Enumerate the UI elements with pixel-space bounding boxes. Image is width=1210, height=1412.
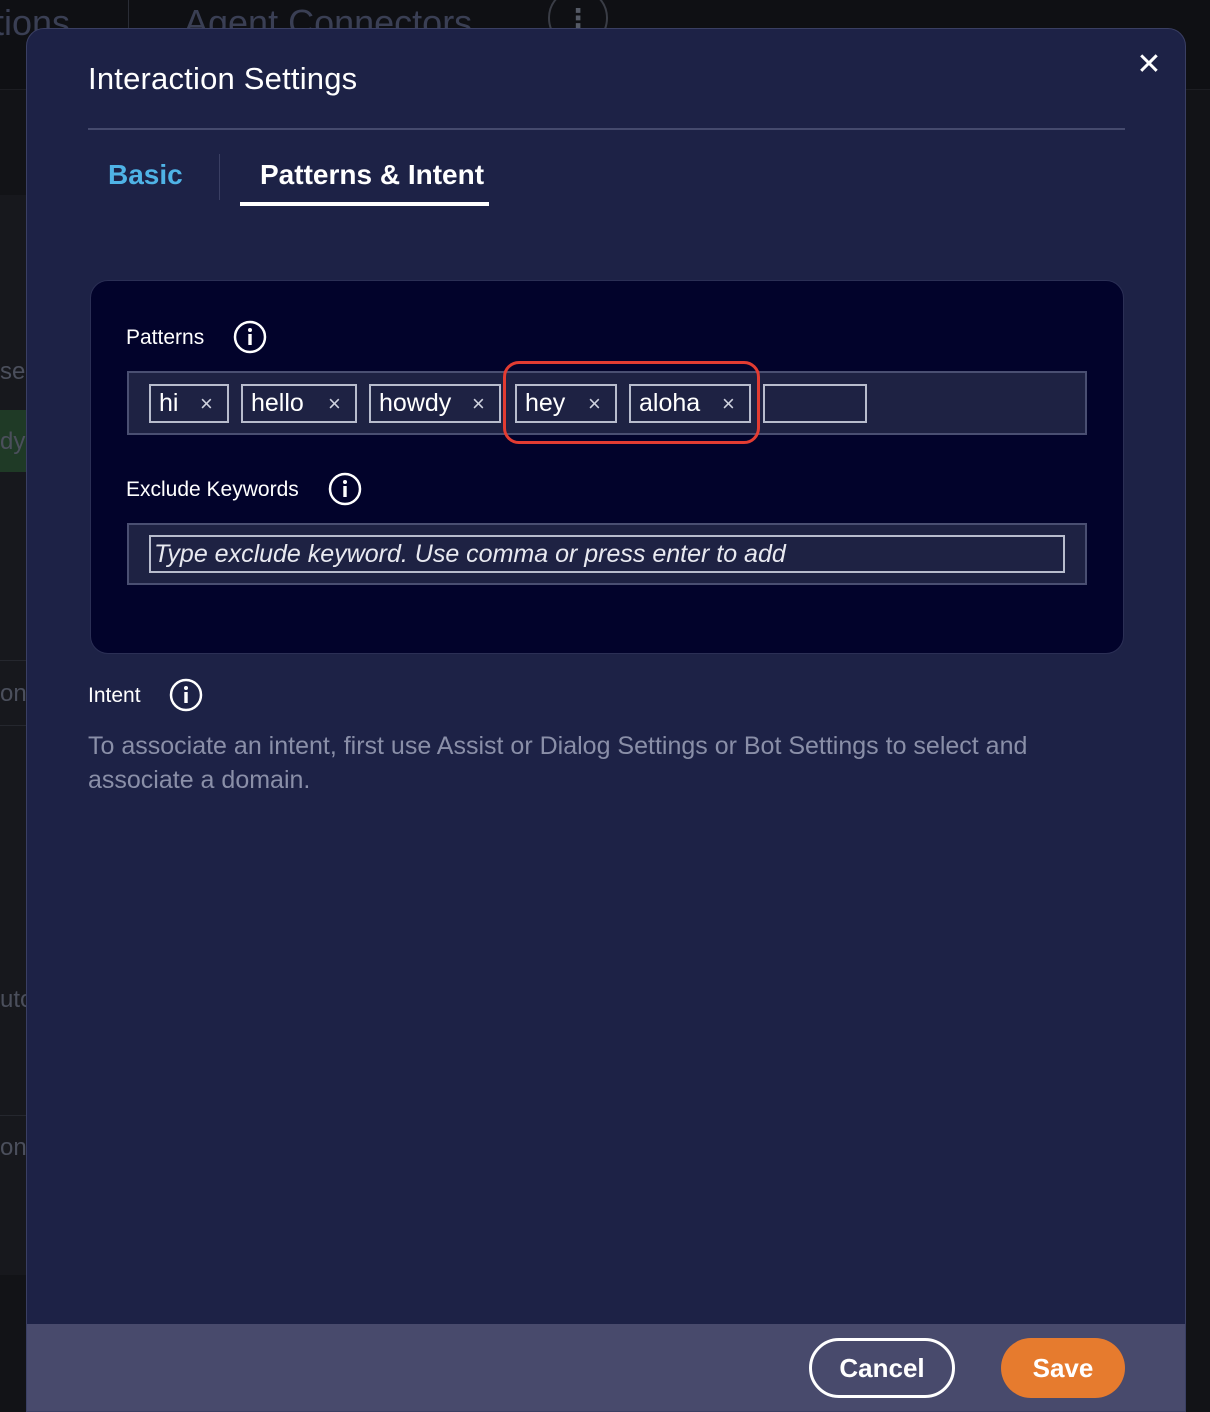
intent-description: To associate an intent, first use Assist… bbox=[88, 732, 1028, 794]
pattern-chip-text: hi bbox=[159, 389, 179, 417]
modal-footer: Cancel Save bbox=[27, 1324, 1185, 1411]
remove-chip-icon[interactable]: × bbox=[200, 386, 213, 421]
close-icon[interactable]: ✕ bbox=[1133, 49, 1165, 81]
cancel-button[interactable]: Cancel bbox=[809, 1338, 955, 1398]
exclude-keywords-label: Exclude Keywords bbox=[126, 478, 299, 501]
pattern-chip: hey × bbox=[515, 384, 617, 423]
background-text-fragment: on bbox=[0, 1134, 27, 1161]
patterns-tag-input[interactable]: hi × hello × howdy × hey × aloha × bbox=[127, 371, 1087, 435]
interaction-settings-modal: Interaction Settings ✕ Basic Patterns & … bbox=[26, 28, 1186, 1412]
save-button[interactable]: Save bbox=[1001, 1338, 1125, 1398]
patterns-panel: Patterns hi × hello × howdy × hey × aloh… bbox=[90, 280, 1124, 654]
pattern-chip: hi × bbox=[149, 384, 229, 423]
info-icon[interactable] bbox=[233, 320, 267, 354]
pattern-chip: howdy × bbox=[369, 384, 501, 423]
pattern-chip-text: hello bbox=[251, 389, 304, 417]
modal-title: Interaction Settings bbox=[88, 61, 358, 96]
tab-basic[interactable]: Basic bbox=[108, 159, 183, 191]
background-text-fragment: dy bbox=[0, 428, 26, 455]
remove-chip-icon[interactable]: × bbox=[588, 386, 601, 421]
pattern-chip-text: howdy bbox=[379, 389, 452, 417]
pattern-chip-text: hey bbox=[525, 389, 566, 417]
remove-chip-icon[interactable]: × bbox=[722, 386, 735, 421]
pattern-chip: aloha × bbox=[629, 384, 751, 423]
intent-label: Intent bbox=[88, 684, 141, 707]
info-icon[interactable] bbox=[328, 472, 362, 506]
tab-patterns-intent[interactable]: Patterns & Intent bbox=[260, 159, 484, 191]
title-divider bbox=[88, 128, 1125, 130]
exclude-keywords-container bbox=[127, 523, 1087, 585]
background-text-fragment: on bbox=[0, 680, 27, 707]
exclude-keyword-input[interactable] bbox=[149, 535, 1065, 573]
remove-chip-icon[interactable]: × bbox=[328, 386, 341, 421]
background-text-fragment: se bbox=[0, 358, 26, 385]
patterns-label: Patterns bbox=[126, 326, 205, 349]
pattern-chip-text: aloha bbox=[639, 389, 701, 417]
new-pattern-input[interactable] bbox=[763, 384, 867, 423]
remove-chip-icon[interactable]: × bbox=[472, 386, 485, 421]
info-icon[interactable] bbox=[169, 678, 203, 712]
active-tab-indicator bbox=[240, 202, 489, 206]
pattern-chip: hello × bbox=[241, 384, 357, 423]
tab-divider bbox=[219, 154, 220, 200]
